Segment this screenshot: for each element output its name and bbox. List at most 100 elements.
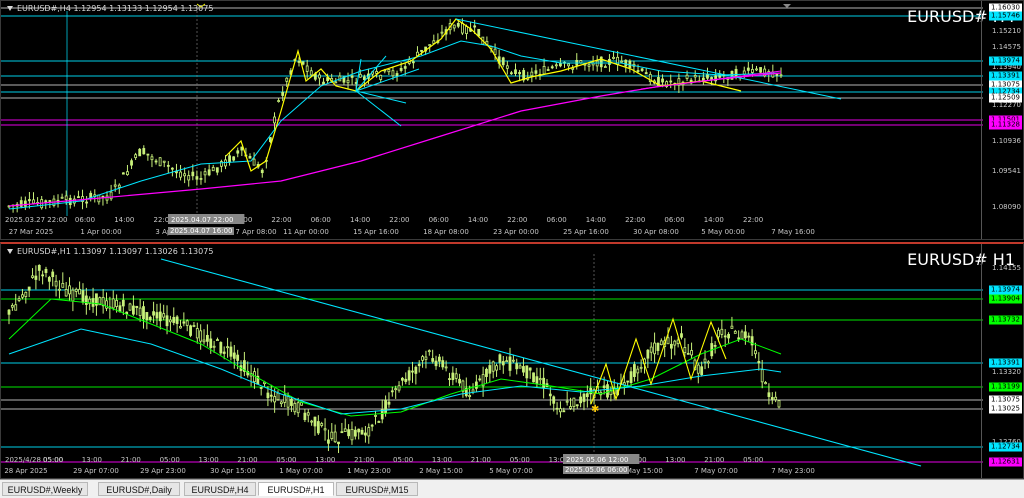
candle-body [757,361,761,364]
candle-body [440,31,444,34]
candle-body [179,325,182,329]
chart-tab-h4[interactable]: EURUSD#,H4 [184,482,256,496]
candle-body [620,60,624,63]
candle-body [313,416,317,427]
candle-body [340,431,344,434]
h4-price-scale[interactable]: 1.152101.145751.139401.129051.122701.109… [981,1,1023,239]
candle-body [290,398,293,406]
candle-body [666,337,670,345]
collapse-triangle-icon[interactable] [7,6,13,11]
h4-plot-area[interactable]: 06:00 14:00 22:00 06:00 14:00 22:00 06:00 14:00… [1,1,983,229]
price-level-badge: 1.12734 [989,442,1022,452]
candle-body [150,156,154,161]
candle-body [602,385,606,389]
candle-body [81,290,85,303]
candle-body [109,191,113,200]
candle-body [309,70,313,76]
chart-window-h4[interactable]: 06:00 14:00 22:00 06:00 14:00 22:00 06:00 14:00… [0,0,1024,240]
candle-body [306,412,310,416]
candle-body [273,396,277,403]
candle-body [125,311,129,315]
time-axis-date-label: 29 Apr 23:00 [140,467,186,475]
candle-body [569,406,572,409]
candle-body [128,303,132,311]
chart-tab-weekly[interactable]: EURUSD#,Weekly [2,482,88,496]
chart-tab-daily[interactable]: EURUSD#,Daily [98,482,180,496]
candle-body [411,61,415,64]
candle-body [138,307,142,316]
candle-body [746,67,750,71]
candle-body [357,428,361,433]
candle-body [84,295,88,305]
candle-body [337,441,340,445]
candle-body [528,367,532,371]
candle-body [700,366,704,375]
candle-body [747,335,751,338]
candle-body [276,392,280,400]
candle-body [403,66,407,69]
price-level-badge: 1.13075 [989,395,1022,405]
candle-body [754,350,757,355]
candle-body [585,393,589,398]
chart-tab-m15[interactable]: EURUSD#,M15 [336,482,418,496]
candle-body [222,351,226,354]
price-level-badge: 1.13904 [989,294,1022,304]
time-axis-hour-label: 22:00 [507,216,527,224]
candle-body [710,77,713,80]
shift-marker-icon [783,4,791,8]
candle-body [195,176,199,180]
chart-tab-h1[interactable]: EURUSD#,H1 [258,482,334,496]
h1-price-scale[interactable]: 1.141551.134501.133201.127601.139741.139… [981,244,1023,478]
corner-date-label: 2025.03.27 22:00 [5,216,67,224]
candle-body [640,68,644,71]
time-axis-date-label: 25 Apr 16:00 [563,228,609,236]
candle-body [31,275,34,278]
candle-body [491,361,495,372]
time-axis-date-label: 30 Apr 08:00 [633,228,679,236]
candle-body [293,402,297,413]
time-axis-hour-label: 05:00 [160,456,180,464]
candle-body [146,153,150,156]
chart-window-h1[interactable]: 05:00 13:00 21:00 05:00 13:00 21:00 05:00 13:00… [0,242,1024,479]
candle-body [286,395,290,408]
candle-body [685,74,689,79]
chart-tabs-bar: EURUSD#,Weekly EURUSD#,Daily EURUSD#,H4 EUR… [0,479,1024,498]
candle-body [633,364,636,377]
candle-body [192,325,196,327]
candle-body [571,67,575,70]
candle-body [669,80,673,83]
candle-body [183,173,187,177]
candle-body [477,28,481,37]
candle-body [343,428,347,432]
candle-body [404,378,408,382]
candle-body [582,393,586,402]
time-axis-date-label: 5 May 07:00 [489,467,533,475]
h1-plot-area[interactable]: 05:00 13:00 21:00 05:00 13:00 21:00 05:00 13:00… [1,244,983,467]
candle-body [559,408,562,413]
candle-body [460,22,464,34]
time-axis-date-label: 30 Apr 15:00 [210,467,256,475]
candle-body [734,68,738,78]
h4-time-scale[interactable]: 27 Mar 20251 Apr 00:003 Apr 22:007 Apr 0… [1,227,983,239]
candle-body [132,305,135,315]
collapse-triangle-icon[interactable] [7,249,13,254]
candle-body [142,148,146,155]
time-axis-hour-label: 06:00 [547,216,567,224]
h1-time-scale[interactable]: 28 Apr 2025 29 Apr 07:00 29 Apr 23:00 30 Ap… [1,466,983,478]
candle-body [236,150,240,154]
candle-body [567,63,570,67]
candle-body [514,69,517,75]
candle-body [162,313,166,318]
candle-body [269,137,272,142]
candle-body [743,331,747,339]
candle-body [518,72,521,75]
candle-body [269,394,273,397]
time-axis-date-label: 1 May 23:00 [347,467,391,475]
time-axis-hour-label: 14:00 [704,216,724,224]
candle-body [397,385,401,391]
candle-body [451,372,455,381]
candle-body [448,378,451,380]
candle-body [175,316,179,324]
crosshair-time-box: 2025.05.06 06:00 [563,466,630,474]
candle-body [303,412,307,421]
